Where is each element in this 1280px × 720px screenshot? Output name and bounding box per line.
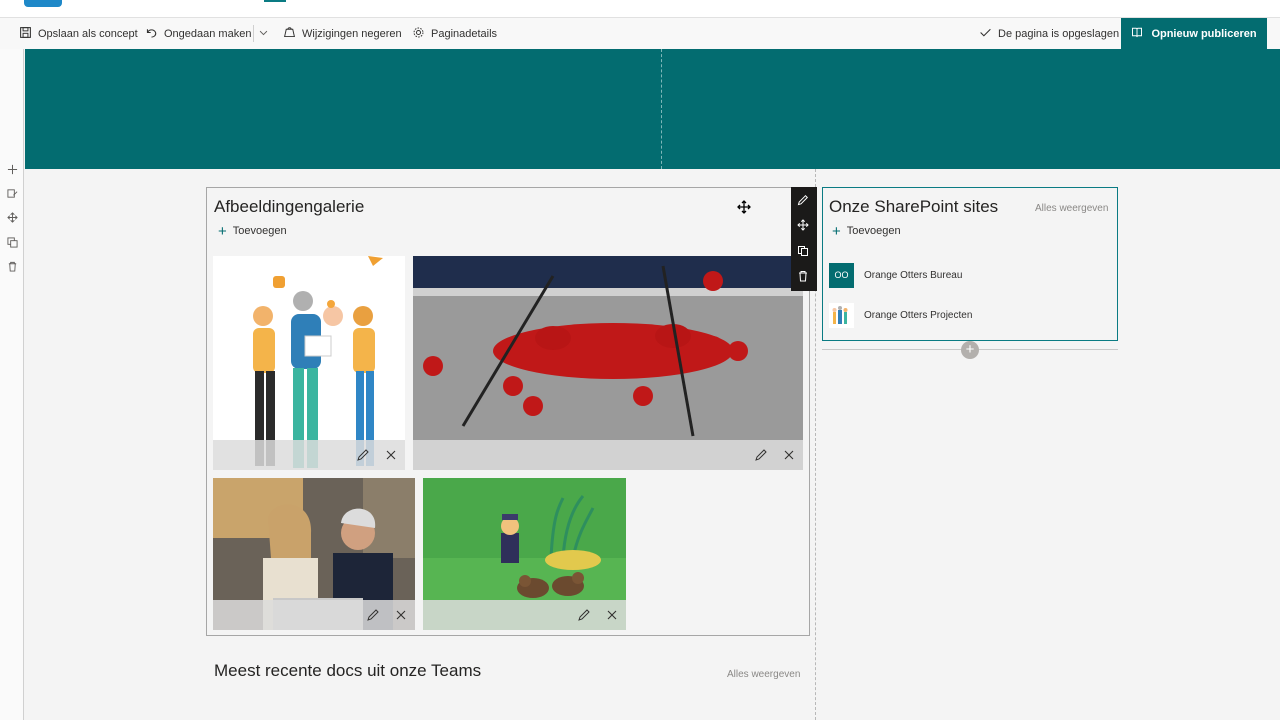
discard-changes-button[interactable]: Wijzigingen negeren (283, 18, 402, 49)
gallery-title[interactable]: Afbeeldingengalerie (214, 197, 364, 217)
remove-close-icon[interactable] (394, 608, 408, 622)
page-details-label: Paginadetails (431, 27, 498, 40)
sharepoint-sites-webpart[interactable]: Onze SharePoint sites Alles weergeven + … (822, 187, 1118, 341)
checkmark-icon (979, 26, 992, 42)
delete-section-icon[interactable] (5, 259, 19, 273)
save-status-label: De pagina is opgeslagen (998, 27, 1120, 40)
duplicate-section-icon[interactable] (5, 235, 19, 249)
gallery-image-people[interactable] (213, 478, 415, 630)
save-status: De pagina is opgeslagen (979, 18, 1119, 49)
command-bar: Opslaan als concept Ongedaan maken Wijzi… (0, 18, 1280, 49)
active-nav-indicator (264, 0, 286, 2)
sites-title[interactable]: Onze SharePoint sites (829, 197, 998, 217)
edit-section-icon[interactable] (5, 186, 19, 200)
pitstop-photo-image (413, 256, 803, 470)
gear-icon (412, 26, 425, 42)
image-actions-bar (213, 600, 415, 630)
people-illustration-image (253, 256, 383, 468)
hero-banner[interactable] (25, 49, 1280, 169)
app-logo[interactable] (24, 0, 62, 7)
republish-label: Opnieuw publiceren (1151, 27, 1257, 40)
gallery-image-illustration[interactable] (213, 256, 405, 470)
remove-close-icon[interactable] (384, 448, 398, 462)
sites-see-all-link[interactable]: Alles weergeven (1035, 203, 1108, 214)
image-actions-bar (423, 600, 626, 630)
move-cursor-icon (737, 200, 751, 214)
image-actions-bar (413, 440, 803, 470)
sites-add-button[interactable]: + Toevoegen (832, 222, 901, 240)
save-icon (19, 26, 32, 42)
docs-see-all-link[interactable]: Alles weergeven (727, 669, 800, 680)
site-name: Orange Otters Bureau (864, 269, 963, 281)
sites-add-label: Toevoegen (846, 225, 901, 237)
discard-icon (283, 26, 296, 42)
gallery-add-button[interactable]: + Toevoegen (218, 222, 287, 240)
plus-icon: + (218, 222, 227, 240)
undo-label: Ongedaan maken (164, 27, 252, 40)
republish-button[interactable]: Opnieuw publiceren (1121, 18, 1267, 49)
image-actions-bar (213, 440, 405, 470)
webpart-toolbar (791, 187, 817, 291)
edit-pencil-icon[interactable] (754, 448, 768, 462)
site-name: Orange Otters Projecten (864, 309, 973, 321)
add-section-icon[interactable] (5, 162, 19, 176)
site-logo-image (829, 302, 854, 328)
gallery-add-label: Toevoegen (232, 225, 287, 237)
move-webpart-icon[interactable] (797, 218, 811, 232)
site-item[interactable]: OO Orange Otters Bureau (829, 262, 962, 288)
duplicate-webpart-icon[interactable] (797, 244, 811, 258)
save-draft-label: Opslaan als concept (38, 27, 138, 40)
site-item[interactable]: Orange Otters Projecten (829, 302, 972, 328)
undo-dropdown-button[interactable] (253, 25, 269, 42)
suite-header (0, 0, 1280, 18)
book-icon (1131, 26, 1143, 41)
edit-pencil-icon[interactable] (366, 608, 380, 622)
chevron-down-icon (258, 27, 269, 41)
edit-pencil-icon[interactable] (577, 608, 591, 622)
delete-webpart-icon[interactable] (797, 269, 811, 283)
gallery-image-pitstop[interactable] (413, 256, 803, 470)
docs-section-title[interactable]: Meest recente docs uit onze Teams (214, 661, 481, 681)
move-section-icon[interactable] (5, 210, 19, 224)
remove-close-icon[interactable] (605, 608, 619, 622)
edit-pencil-icon[interactable] (356, 448, 370, 462)
hero-column-divider (661, 49, 662, 169)
section-toolbar (0, 49, 24, 720)
save-draft-button[interactable]: Opslaan als concept (19, 18, 138, 49)
add-webpart-plus-icon[interactable]: + (961, 341, 979, 359)
undo-button[interactable]: Ongedaan maken (145, 18, 251, 49)
undo-icon (145, 26, 158, 42)
discard-label: Wijzigingen negeren (302, 27, 402, 40)
plus-icon: + (832, 222, 841, 240)
page-details-button[interactable]: Paginadetails (412, 18, 497, 49)
edit-webpart-pencil-icon[interactable] (797, 193, 811, 207)
site-initials-badge: OO (829, 262, 854, 288)
gallery-image-otters[interactable] (423, 478, 626, 630)
remove-close-icon[interactable] (782, 448, 796, 462)
image-gallery-webpart[interactable]: Afbeeldingengalerie + Toevoegen (206, 187, 810, 636)
